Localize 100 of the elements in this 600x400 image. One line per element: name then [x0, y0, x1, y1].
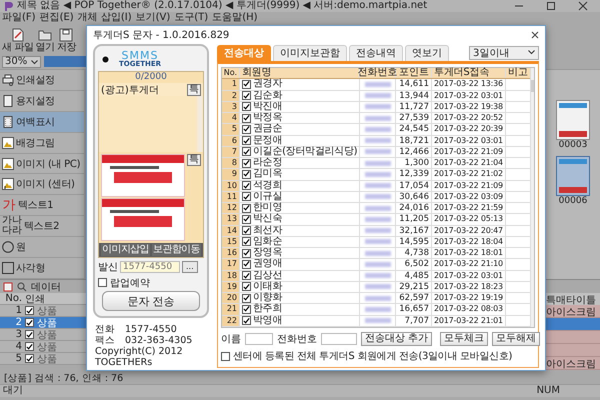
access-time-cell: 2017-03-22 03:09	[432, 192, 506, 202]
row-number: 11	[222, 192, 240, 202]
row-number: 2	[222, 90, 240, 101]
access-time-cell: 2017-03-22 03:01	[432, 270, 506, 281]
grid-summary: [상품] 검색 : 76, 인쇄 : 76	[3, 373, 124, 384]
tab[interactable]: 전송내역	[349, 45, 403, 61]
toolbar-button[interactable]: 열기	[34, 24, 56, 56]
points-cell: 14,611	[396, 79, 432, 90]
access-time-cell: 2017-03-22 18:23	[432, 282, 506, 292]
member-name: 박신숙	[253, 214, 282, 224]
logo-text: SMMS	[122, 50, 158, 61]
member-name: 이길순(장터막걸리식당)	[253, 146, 358, 157]
row-number: 13	[222, 214, 240, 224]
access-time-cell: 2017-03-22 21:01	[432, 316, 506, 326]
access-time-cell: 2017-03-22 19:38	[432, 102, 506, 112]
row-number: 20	[222, 293, 240, 304]
access-time-cell: 2017-03-22 21:10	[432, 259, 506, 270]
grid-row[interactable]: 아이스크림	[546, 357, 600, 370]
row-number: 4	[14, 341, 22, 352]
points-cell: 4,485	[396, 270, 432, 281]
member-name: 이향화	[253, 293, 282, 304]
column-header: 비고	[507, 68, 529, 78]
access-time-cell: 2017-03-22 03:01	[432, 136, 506, 146]
row-number: 15	[222, 236, 240, 247]
menu-item[interactable]: 도움말(H)	[212, 12, 258, 24]
member-name: 권금순	[253, 124, 282, 134]
row-number: 14	[222, 226, 240, 236]
member-name: 박진애	[253, 102, 282, 112]
sidebar-item[interactable]: 인쇄설정	[0, 70, 84, 91]
sidebar-item[interactable]: 이미지 (센터)	[0, 174, 84, 196]
member-name: 김순화	[253, 90, 282, 101]
menu-item[interactable]: 편집(E)	[40, 12, 74, 24]
access-time-cell: 2017-03-22 21:09	[432, 146, 506, 157]
member-name: 권경자	[253, 79, 282, 90]
access-time-cell: 2017-03-22 21:02	[432, 169, 506, 180]
select-all-button[interactable]: 모두체크	[440, 332, 488, 346]
points-cell: 13,944	[396, 90, 432, 101]
sidebar-item[interactable]: 배경그림	[0, 132, 84, 154]
access-time-cell: 2017-03-22 08:03	[432, 304, 506, 314]
menu-item[interactable]: 도구(T)	[174, 12, 208, 24]
points-cell: 32,167	[396, 226, 432, 236]
toolbar-button[interactable]: 새 파일	[1, 24, 35, 56]
points-cell: 17,054	[396, 180, 432, 191]
member-name: 한주희	[253, 304, 282, 314]
image-button[interactable]: 이미지삽입	[100, 244, 150, 256]
access-time-cell: 2017-03-22 18:01	[432, 248, 506, 258]
more-button[interactable]: ...	[182, 261, 198, 273]
member-name: 석경희	[253, 180, 282, 191]
menu-item[interactable]: 파일(F)	[2, 12, 36, 24]
row-number: 17	[222, 259, 240, 270]
row-number: 19	[222, 282, 240, 292]
dialog-title: 투게더S 문자 - 1.0.2016.829	[93, 28, 230, 42]
column-header: 포인트	[396, 68, 432, 78]
column-header: 특매타이틀	[546, 293, 600, 305]
row-number: 12	[222, 203, 240, 214]
tab[interactable]: 이미지보관함	[273, 45, 347, 61]
sidebar-item[interactable]: 사각형	[0, 258, 84, 279]
points-cell: 16,657	[396, 304, 432, 314]
menu-item[interactable]: 개체 삽입(I)	[78, 12, 132, 24]
points-cell: 14,595	[396, 236, 432, 247]
points-cell: 18,721	[396, 136, 432, 146]
special-char-button[interactable]: 특	[187, 84, 201, 96]
member-name: 박정옥	[253, 113, 282, 124]
points-cell: 1,300	[396, 158, 432, 168]
access-time-cell: 2017-03-22 18:04	[432, 236, 506, 247]
select-all-button[interactable]: 모두해제	[492, 332, 540, 346]
access-time-cell: 2017-03-22 20:47	[432, 226, 506, 236]
sidebar-item[interactable]: 이미지 (내 PC)	[0, 154, 84, 174]
send-button[interactable]: 문자 전송	[102, 291, 200, 311]
special-char-button[interactable]: 특	[187, 154, 201, 166]
image-button[interactable]: 보관함이동	[152, 244, 202, 256]
member-name: 한미영	[253, 203, 282, 214]
row-number: 1	[222, 79, 240, 90]
zoom-select[interactable]: 30%	[2, 56, 42, 68]
window-title: 제목 없음 ◀ POP Together® (2.0.17.0104) ◀ 투게더(9999) ◀ 서버:demo.martpia.net	[17, 0, 428, 12]
access-time-cell: 2017-03-22 21:09	[432, 180, 506, 191]
sidebar-item[interactable]: 원	[0, 237, 84, 258]
member-name: 라순정	[253, 158, 282, 168]
points-cell: 29,215	[396, 282, 432, 292]
phone-label: 전화번호	[277, 332, 317, 346]
member-name: 이규실	[253, 192, 282, 202]
table-cell-text: 상품	[37, 340, 57, 354]
sidebar-item[interactable]: 용지설정	[0, 90, 84, 112]
member-name: 문정애	[253, 136, 282, 146]
row-number: 8	[222, 158, 240, 168]
grid-row[interactable]: 아이스크림	[546, 305, 600, 318]
toolbar-button[interactable]: 저장	[56, 24, 77, 56]
period-dropdown[interactable]: 3일이내	[469, 46, 539, 60]
member-name: 임화순	[253, 236, 282, 247]
sidebar-item[interactable]: 여백표시	[0, 112, 84, 133]
sidebar-item[interactable]: 가 텍스트1	[0, 195, 84, 216]
add-recipient-button[interactable]: 전송대상 추가	[361, 332, 432, 346]
name-label: 이름	[221, 332, 241, 346]
character-counter: 0/2000	[134, 72, 168, 83]
member-name: 장영옥	[253, 248, 282, 258]
menu-item[interactable]: 보기(V)	[136, 12, 170, 24]
tab[interactable]: 엿보기	[405, 45, 449, 61]
row-number: 1	[14, 305, 22, 316]
sender-label: 발신	[98, 261, 118, 274]
sender-field[interactable]: 1577-4550	[120, 261, 180, 273]
